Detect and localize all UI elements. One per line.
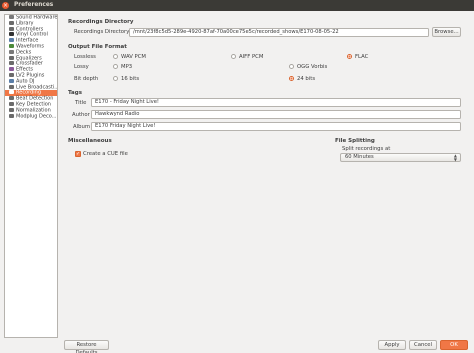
24-bits-radio[interactable] bbox=[289, 76, 294, 81]
beat-icon bbox=[9, 96, 14, 101]
dialog-button-bar: Restore Defaults Apply Cancel OK bbox=[0, 339, 474, 353]
equalizer-icon bbox=[9, 55, 14, 60]
recordings-directory-input[interactable]: /mnt/23f8c5d5-289e-4920-87af-70a00ce75e5… bbox=[129, 27, 429, 37]
cancel-button[interactable]: Cancel bbox=[409, 340, 437, 350]
speaker-icon bbox=[9, 15, 14, 19]
lossy-label: Lossy bbox=[74, 64, 89, 70]
modplug-icon bbox=[9, 113, 14, 118]
recordings-directory-heading: Recordings Directory bbox=[68, 19, 134, 25]
mp3-radio[interactable] bbox=[113, 64, 118, 69]
library-icon bbox=[9, 20, 14, 25]
aiff-radio[interactable] bbox=[231, 54, 236, 59]
author-tag-label: Author bbox=[72, 112, 90, 118]
close-icon[interactable]: × bbox=[2, 2, 9, 9]
title-tag-input[interactable]: E170 - Friday Night Live! bbox=[91, 98, 461, 107]
preferences-sidebar: Sound Hardware Library Controllers Vinyl Co… bbox=[4, 14, 58, 338]
tags-heading: Tags bbox=[68, 90, 82, 96]
controller-icon bbox=[9, 26, 14, 31]
author-tag-input[interactable]: Hawkwynd Radio bbox=[91, 110, 461, 119]
sidebar-item-modplug-deco[interactable]: Modplug Deco... bbox=[5, 113, 57, 120]
ogg-label: OGG Vorbis bbox=[297, 64, 328, 70]
wav-radio[interactable] bbox=[113, 54, 118, 59]
interface-icon bbox=[9, 38, 14, 43]
window-title: Preferences bbox=[14, 2, 54, 8]
deck-icon bbox=[9, 49, 14, 54]
plugin-icon bbox=[9, 72, 14, 77]
autodj-icon bbox=[9, 78, 14, 83]
ogg-radio[interactable] bbox=[289, 64, 294, 69]
waveform-icon bbox=[9, 43, 14, 48]
split-duration-select[interactable]: 60 Minutes ▲ ▼ bbox=[340, 153, 461, 162]
bit-depth-label: Bit depth bbox=[74, 76, 99, 82]
apply-button[interactable]: Apply bbox=[378, 340, 406, 350]
select-arrows-icon: ▲ ▼ bbox=[453, 153, 457, 162]
effects-icon bbox=[9, 67, 14, 72]
flac-radio[interactable] bbox=[347, 54, 352, 59]
album-tag-input[interactable]: E170 Friday Night Live! bbox=[91, 122, 461, 131]
cue-file-checkbox[interactable]: ✓ bbox=[75, 151, 81, 157]
title-bar: × Preferences bbox=[0, 0, 474, 11]
restore-defaults-button[interactable]: Restore Defaults bbox=[64, 340, 109, 353]
title-tag-label: Title bbox=[75, 100, 87, 106]
flac-label: FLAC bbox=[355, 54, 369, 60]
aiff-label: AIFF PCM bbox=[239, 54, 264, 60]
split-recordings-label: Split recordings at bbox=[342, 146, 391, 152]
key-icon bbox=[9, 101, 14, 106]
sidebar-list: Sound Hardware Library Controllers Vinyl Co… bbox=[5, 15, 57, 119]
16-bits-radio[interactable] bbox=[113, 76, 118, 81]
recording-preferences-panel: Recordings Directory Recordings Director… bbox=[63, 14, 468, 340]
album-tag-label: Album bbox=[73, 124, 90, 130]
24-bits-label: 24 bits bbox=[297, 76, 316, 82]
browse-button[interactable]: Browse... bbox=[432, 27, 461, 37]
normalization-icon bbox=[9, 107, 14, 112]
output-format-heading: Output File Format bbox=[68, 44, 127, 50]
lossless-label: Lossless bbox=[74, 54, 96, 60]
recording-icon bbox=[9, 90, 14, 95]
vinyl-icon bbox=[9, 32, 14, 37]
mp3-label: MP3 bbox=[121, 64, 133, 70]
cue-file-label: Create a CUE file bbox=[83, 151, 128, 157]
broadcast-icon bbox=[9, 84, 14, 89]
recordings-directory-label: Recordings Directory: bbox=[74, 29, 131, 35]
file-splitting-heading: File Splitting bbox=[335, 138, 375, 144]
16-bits-label: 16 bits bbox=[121, 76, 140, 82]
ok-button[interactable]: OK bbox=[440, 340, 468, 350]
split-duration-value: 60 Minutes bbox=[345, 154, 374, 160]
wav-label: WAV PCM bbox=[121, 54, 147, 60]
miscellaneous-heading: Miscellaneous bbox=[68, 138, 112, 144]
crossfader-icon bbox=[9, 61, 14, 66]
sidebar-item-label: Modplug Deco... bbox=[16, 113, 57, 120]
